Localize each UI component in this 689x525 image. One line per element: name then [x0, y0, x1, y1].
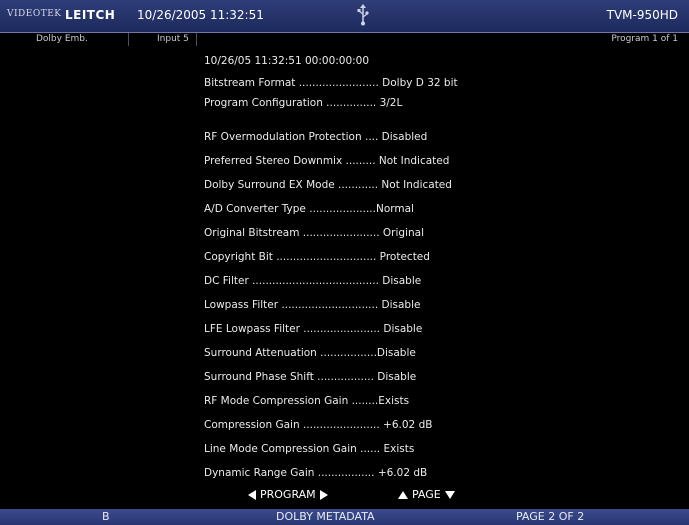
right-arrow-icon[interactable] [319, 489, 328, 500]
brand-videotek: VIDEOTEK [7, 9, 62, 19]
left-arrow-icon[interactable] [248, 489, 256, 500]
metadata-row: DC Filter ..............................… [204, 275, 422, 287]
page-nav-label: PAGE [412, 488, 441, 501]
metadata-row: RF Overmodulation Protection .... Disabl… [204, 131, 428, 143]
page-nav[interactable]: PAGE [398, 488, 455, 501]
date-time: 10/26/2005 11:32:51 [137, 8, 264, 22]
metadata-row: Compression Gain .......................… [204, 419, 433, 431]
metadata-row: Surround Attenuation .................Di… [204, 347, 416, 359]
usb-icon [357, 4, 369, 26]
metadata-row: Program Configuration ............... 3/… [204, 97, 403, 109]
brand-leitch: LEITCH [65, 8, 116, 22]
metadata-row: LFE Lowpass Filter .....................… [204, 323, 423, 335]
model-name: TVM-950HD [606, 8, 678, 22]
timestamp-line: 10/26/05 11:32:51 00:00:00:00 [204, 55, 370, 67]
metadata-row: A/D Converter Type ....................N… [204, 203, 414, 215]
metadata-row: RF Mode Compression Gain ........Exists [204, 395, 410, 407]
mode-label: Dolby Emb. [36, 34, 88, 44]
screen-title: DOLBY METADATA [276, 510, 375, 523]
program-indicator: Program 1 of 1 [611, 34, 678, 44]
program-nav[interactable]: PROGRAM [248, 488, 328, 501]
title-bar: VIDEOTEK LEITCH 10/26/2005 11:32:51 TVM-… [0, 0, 689, 32]
metadata-row: Lowpass Filter .........................… [204, 299, 421, 311]
down-arrow-icon[interactable] [444, 490, 455, 499]
input-label: Input 5 [157, 34, 189, 44]
metadata-row: Copyright Bit ..........................… [204, 251, 430, 263]
divider [196, 33, 197, 46]
metadata-row: Line Mode Compression Gain ...... Exists [204, 443, 415, 455]
page-indicator: PAGE 2 OF 2 [516, 510, 585, 523]
status-left: B [102, 510, 110, 523]
divider [128, 33, 129, 46]
info-bar: Dolby Emb. Input 5 Program 1 of 1 [0, 32, 689, 47]
metadata-row: Bitstream Format .......................… [204, 77, 458, 89]
metadata-row: Dolby Surround EX Mode ............ Not … [204, 179, 452, 191]
program-nav-label: PROGRAM [260, 488, 316, 501]
status-bar: B DOLBY METADATA PAGE 2 OF 2 [0, 509, 689, 525]
up-arrow-icon[interactable] [398, 490, 408, 499]
metadata-row: Dynamic Range Gain ................. +6.… [204, 467, 428, 479]
metadata-row: Preferred Stereo Downmix ......... Not I… [204, 155, 450, 167]
metadata-row: Original Bitstream .....................… [204, 227, 424, 239]
metadata-row: Surround Phase Shift ................. D… [204, 371, 417, 383]
